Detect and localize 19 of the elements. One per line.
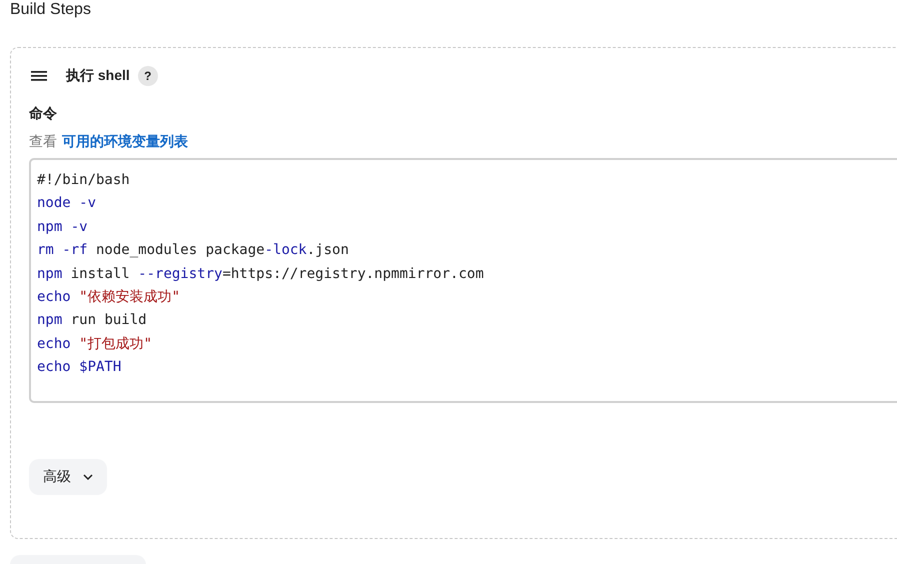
code-line: #!/bin/bash — [37, 171, 131, 190]
code-line: npm install --registry=https://registry.npmmirror.com — [37, 264, 485, 284]
code-line: npm -v — [37, 218, 89, 237]
drag-handle-icon[interactable] — [31, 70, 47, 82]
code-editor[interactable]: #!/bin/bash node -v npm -v rm -rf node_modules package-lock.json npm install --registry=https://registry.npmmirror.com echo "依赖安装成功" npm run build echo "打包成功" echo $PATH — [29, 158, 897, 403]
code-line: node -v — [37, 194, 98, 214]
step-title: 执行 shell — [66, 67, 130, 85]
code-line: echo "打包成功" — [37, 334, 154, 354]
chevron-icon — [83, 474, 93, 480]
code-line: echo $PATH — [37, 358, 122, 378]
env-vars-link[interactable]: 可用的环境变量列表 — [62, 133, 188, 149]
field-label: 命令 — [29, 104, 58, 122]
advanced-button[interactable]: 高级 — [29, 459, 107, 495]
hint-text: 查看 — [29, 133, 57, 149]
section-title: Build Steps — [9, 0, 92, 20]
help-button[interactable]: ? — [138, 66, 158, 86]
code-line: echo "依赖安装成功" — [37, 288, 182, 307]
code-line: rm -rf node_modules package-lock.json — [37, 241, 350, 260]
code-line: npm run build — [37, 311, 148, 330]
